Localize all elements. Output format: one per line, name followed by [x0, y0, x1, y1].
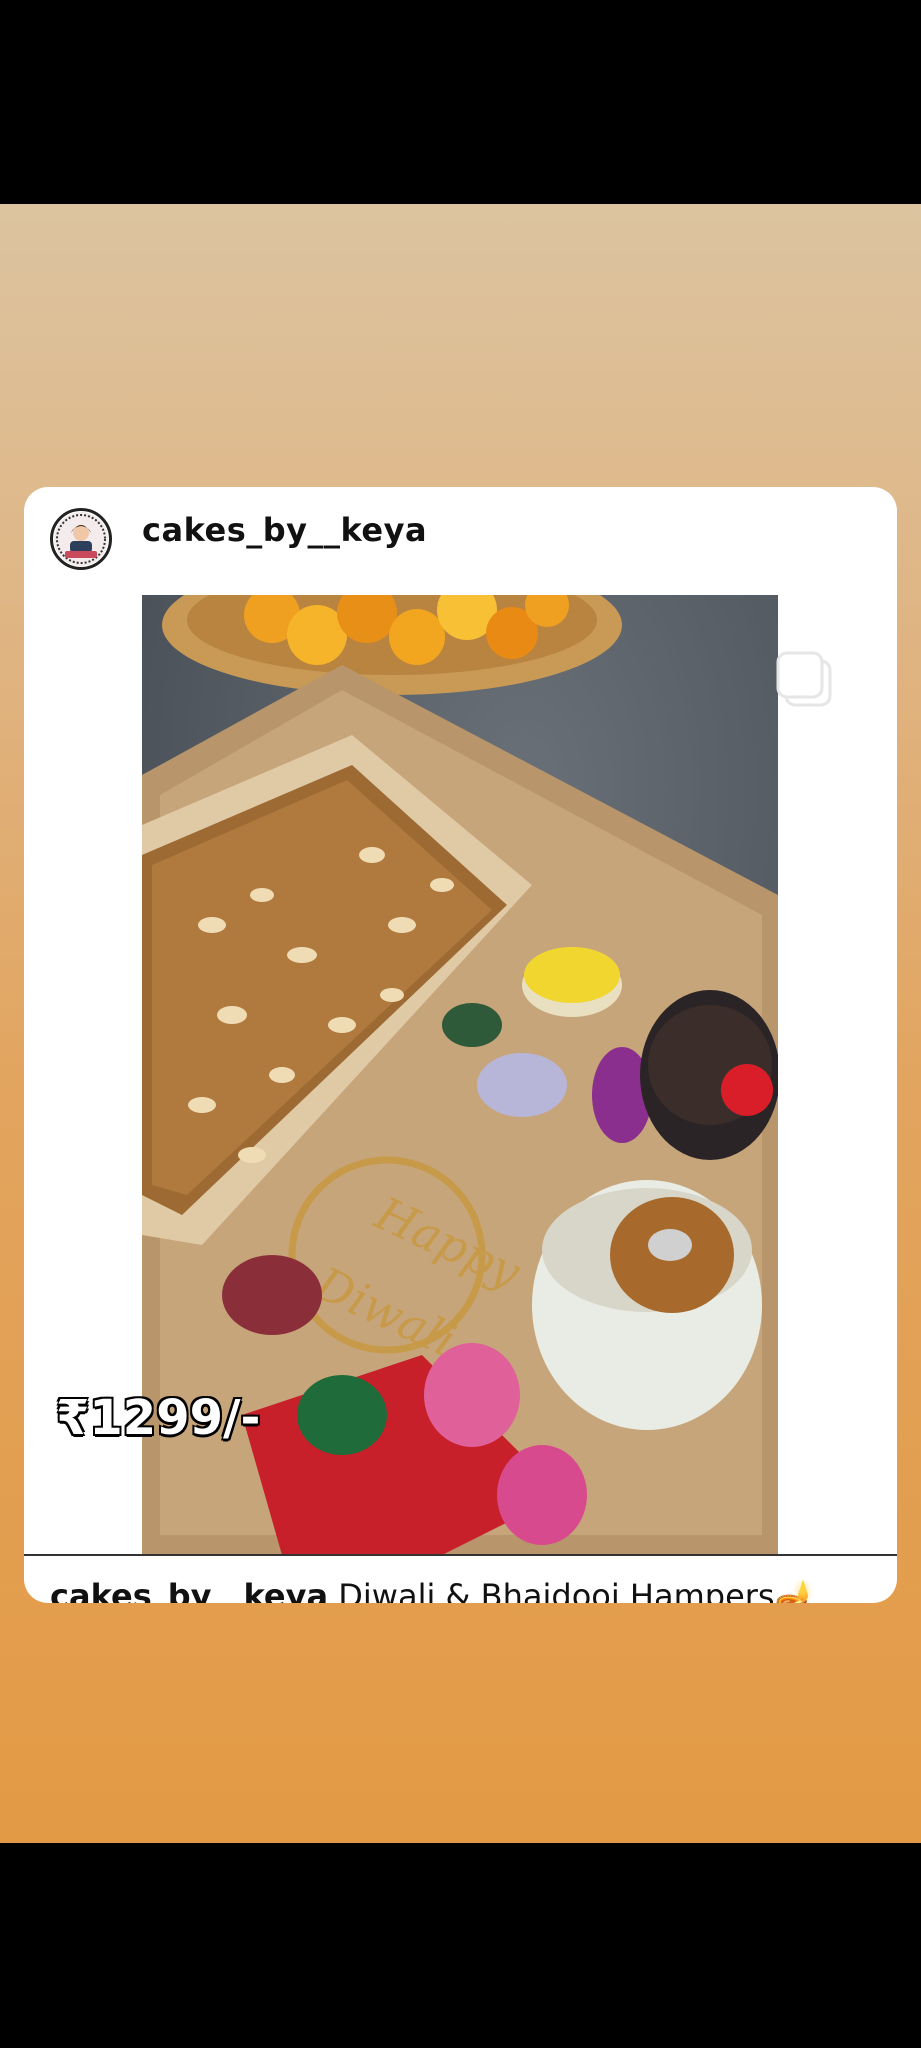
bottom-black-bar	[0, 1843, 921, 2048]
post-caption[interactable]: cakes_by__keya Diwali & Bhaidooj Hampers…	[50, 1572, 880, 1603]
post-username[interactable]: cakes_by__keya	[142, 511, 427, 549]
multiple-photos-icon	[776, 651, 832, 707]
caption-divider	[24, 1554, 897, 1556]
price-label: ₹1299/-	[56, 1390, 261, 1446]
profile-avatar[interactable]	[50, 508, 112, 570]
avatar-illustration-icon	[54, 512, 108, 566]
caption-username[interactable]: cakes_by__keya	[50, 1577, 328, 1603]
top-black-bar	[0, 0, 921, 204]
